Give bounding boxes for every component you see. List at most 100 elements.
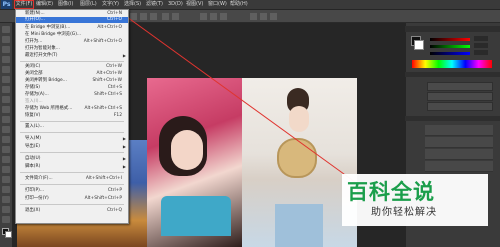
menu-separator (20, 172, 124, 173)
menu-item-print-one-copy[interactable]: 打印一份(Y) Alt+Shift+Ctrl+P (16, 196, 128, 202)
menu-image[interactable]: 图像(I) (58, 0, 73, 9)
menu-separator (20, 184, 124, 185)
clothing-shape (161, 196, 231, 236)
brush-tool-icon[interactable] (2, 96, 10, 103)
menu-item-file-info[interactable]: 文件简介(F)... Alt+Shift+Ctrl+I (16, 176, 128, 182)
healing-tool-icon[interactable] (2, 86, 10, 93)
shape-tool-icon[interactable] (2, 196, 10, 203)
menu-separator (20, 121, 124, 122)
face-shape (171, 130, 203, 170)
lasso-tool-icon[interactable] (2, 46, 10, 53)
layer-row[interactable] (425, 161, 493, 172)
tool-option-icon[interactable] (162, 13, 169, 20)
submenu-arrow-icon: ▶ (122, 156, 126, 161)
tool-option-icon[interactable] (270, 13, 277, 20)
submenu-arrow-icon: ▶ (122, 164, 126, 169)
stamp-tool-icon[interactable] (2, 106, 10, 113)
tool-option-icon[interactable] (210, 13, 217, 20)
type-tool-icon[interactable] (2, 176, 10, 183)
menu-help[interactable]: 帮助(H) (230, 0, 248, 9)
zoom-tool-icon[interactable] (2, 216, 10, 223)
face-shape (289, 106, 309, 132)
tool-option-icon[interactable] (250, 13, 257, 20)
color-panel-bg-swatch[interactable] (414, 40, 424, 50)
menu-item-close-all[interactable]: 关闭全部 Alt+Ctrl+W (16, 71, 128, 77)
menu-item-save[interactable]: 存储(S) Ctrl+S (16, 85, 128, 91)
menu-item-place[interactable]: 置入(L)... (16, 124, 128, 130)
blue-slider[interactable] (430, 52, 470, 55)
menu-window[interactable]: 窗口(W) (208, 0, 227, 9)
menu-item-check-in[interactable]: 签入(I)... (16, 99, 128, 105)
menu-item-exit[interactable]: 退出(X) Ctrl+Q (16, 208, 128, 214)
file-menu-dropdown: 新建(N)... Ctrl+N 打开(O)... Ctrl+O 在 Bridge 中… (15, 9, 129, 224)
adjustment-icons-row[interactable] (427, 102, 493, 111)
menu-view[interactable]: 视图(V) (186, 0, 203, 9)
menu-item-open-as-smart-object[interactable]: 打开为智能对象... (16, 46, 128, 52)
red-value-field[interactable] (474, 36, 488, 41)
green-value-field[interactable] (474, 43, 488, 48)
blur-tool-icon[interactable] (2, 146, 10, 153)
menu-item-save-for-web[interactable]: 存储为 Web 所用格式... Alt+Shift+Ctrl+S (16, 106, 128, 112)
menu-item-save-as[interactable]: 存储为(A)... Shift+Ctrl+S (16, 92, 128, 98)
move-tool-icon[interactable] (2, 26, 10, 33)
tool-option-icon[interactable] (140, 13, 147, 20)
menu-layer[interactable]: 图层(L) (80, 0, 97, 9)
menu-item-export[interactable]: 导出(E) ▶ (16, 144, 128, 150)
history-brush-tool-icon[interactable] (2, 116, 10, 123)
adjustment-icons-row[interactable] (427, 92, 493, 101)
eyedropper-tool-icon[interactable] (2, 76, 10, 83)
marquee-tool-icon[interactable] (2, 36, 10, 43)
menu-item-revert[interactable]: 恢复(V) F12 (16, 113, 128, 119)
green-slider[interactable] (430, 45, 470, 48)
tool-option-icon[interactable] (150, 13, 157, 20)
menu-item-open[interactable]: 打开(O)... Ctrl+O (16, 17, 128, 23)
menu-3d[interactable]: 3D(D) (168, 0, 183, 9)
layer-row[interactable] (425, 125, 493, 136)
watermark-title: 百科全说 (347, 180, 435, 204)
menu-item-browse-in-bridge[interactable]: 在 Bridge 中浏览(B)... Alt+Ctrl+O (16, 25, 128, 31)
menu-separator (20, 204, 124, 205)
menu-filter[interactable]: 滤镜(T) (146, 0, 163, 9)
menu-separator (20, 61, 124, 62)
red-slider[interactable] (430, 38, 470, 41)
adjustment-icons-row[interactable] (427, 82, 493, 91)
eraser-tool-icon[interactable] (2, 126, 10, 133)
quick-select-tool-icon[interactable] (2, 56, 10, 63)
gradient-tool-icon[interactable] (2, 136, 10, 143)
menu-item-browse-in-mini-bridge[interactable]: 在 Mini Bridge 中浏览(G)... (16, 32, 128, 38)
straw-hat-shape (277, 138, 317, 178)
menu-item-automate[interactable]: 自动(U) ▶ (16, 156, 128, 162)
tool-option-icon[interactable] (130, 13, 137, 20)
document-canvas[interactable] (147, 78, 357, 247)
menu-item-close[interactable]: 关闭(C) Ctrl+W (16, 64, 128, 70)
photoshop-logo: Ps (1, 0, 12, 9)
menu-item-open-as[interactable]: 打开为... Alt+Shift+Ctrl+O (16, 39, 128, 45)
tool-option-icon[interactable] (172, 13, 179, 20)
menu-item-scripts[interactable]: 脚本(R) ▶ (16, 164, 128, 170)
layer-row[interactable] (425, 149, 493, 160)
hand-tool-icon[interactable] (2, 206, 10, 213)
layer-row[interactable] (425, 137, 493, 148)
path-select-tool-icon[interactable] (2, 186, 10, 193)
pen-tool-icon[interactable] (2, 166, 10, 173)
menu-item-import[interactable]: 导入(M) ▶ (16, 136, 128, 142)
tool-option-icon[interactable] (260, 13, 267, 20)
menu-separator (20, 152, 124, 153)
menu-type[interactable]: 文字(Y) (102, 0, 119, 9)
dodge-tool-icon[interactable] (2, 156, 10, 163)
menu-edit[interactable]: 编辑(E) (36, 0, 53, 9)
tool-option-icon[interactable] (200, 13, 207, 20)
submenu-arrow-icon: ▶ (122, 144, 126, 149)
color-spectrum-bar[interactable] (412, 60, 492, 68)
menu-file[interactable]: 文件(F) (14, 0, 34, 9)
menu-select[interactable]: 选择(S) (124, 0, 141, 9)
panel-tabs (405, 26, 500, 32)
blue-value-field[interactable] (474, 50, 488, 55)
background-color-swatch[interactable] (5, 231, 12, 238)
menu-item-close-and-go-to-bridge[interactable]: 关闭并转到 Bridge... Shift+Ctrl+W (16, 78, 128, 84)
crop-tool-icon[interactable] (2, 66, 10, 73)
menu-item-open-recent[interactable]: 最近打开文件(T) ▶ (16, 53, 128, 59)
tool-option-icon[interactable] (220, 13, 227, 20)
menu-item-print[interactable]: 打印(P)... Ctrl+P (16, 188, 128, 194)
submenu-arrow-icon: ▶ (122, 136, 126, 141)
